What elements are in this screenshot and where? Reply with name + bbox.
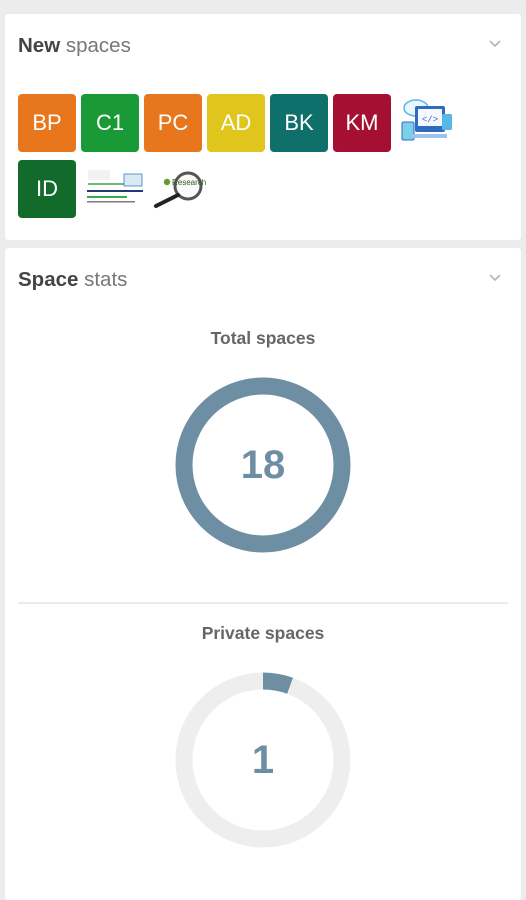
- space-tile-label: BP: [32, 110, 62, 135]
- space-stats-header[interactable]: Space stats: [18, 266, 508, 294]
- space-tile-label: ID: [36, 176, 58, 201]
- private-spaces-label: Private spaces: [201, 623, 325, 643]
- svg-text:</>: </>: [422, 115, 438, 125]
- space-tile-ad[interactable]: AD: [207, 94, 265, 152]
- space-tile-label: BK: [284, 110, 314, 135]
- new-spaces-title: New spaces: [18, 32, 508, 60]
- space-tile-label: C1: [95, 110, 125, 135]
- space-tile-label: PC: [157, 110, 189, 135]
- space-tile-label: AD: [220, 110, 252, 135]
- space-stats-panel: Space stats Total spaces 18 Private spac…: [5, 248, 521, 900]
- space-tile-label: KM: [345, 110, 379, 135]
- space-tile-bp[interactable]: BP: [18, 94, 76, 152]
- space-stats-title-light: stats: [84, 268, 128, 291]
- space-tile-bk[interactable]: BK: [270, 94, 328, 152]
- new-spaces-title-light: spaces: [65, 34, 131, 57]
- chevron-down-icon[interactable]: [488, 270, 502, 284]
- code-cloud-icon[interactable]: </>: [398, 96, 456, 150]
- banner-thumbnail[interactable]: [84, 166, 146, 208]
- space-stats-title: Space stats: [18, 266, 508, 294]
- research-text: Research: [172, 178, 206, 187]
- space-stats-title-bold: Space: [18, 268, 79, 291]
- private-spaces-donut: 1: [175, 672, 351, 848]
- new-spaces-title-bold: New: [18, 34, 61, 57]
- total-spaces-donut: 18: [175, 377, 351, 553]
- new-spaces-panel: New spaces BP C1 PC AD BK KM </> ID Rese…: [5, 14, 521, 240]
- space-tile-km[interactable]: KM: [333, 94, 391, 152]
- space-tile-id[interactable]: ID: [18, 160, 76, 218]
- private-spaces-value: 1: [251, 738, 275, 782]
- space-tile-c1[interactable]: C1: [81, 94, 139, 152]
- research-magnifier-icon[interactable]: Research: [150, 168, 208, 210]
- total-spaces-label: Total spaces: [210, 328, 316, 348]
- chevron-down-icon[interactable]: [488, 36, 502, 50]
- divider: [18, 602, 508, 604]
- total-spaces-value: 18: [240, 443, 286, 487]
- space-tile-pc[interactable]: PC: [144, 94, 202, 152]
- new-spaces-header[interactable]: New spaces: [18, 32, 508, 60]
